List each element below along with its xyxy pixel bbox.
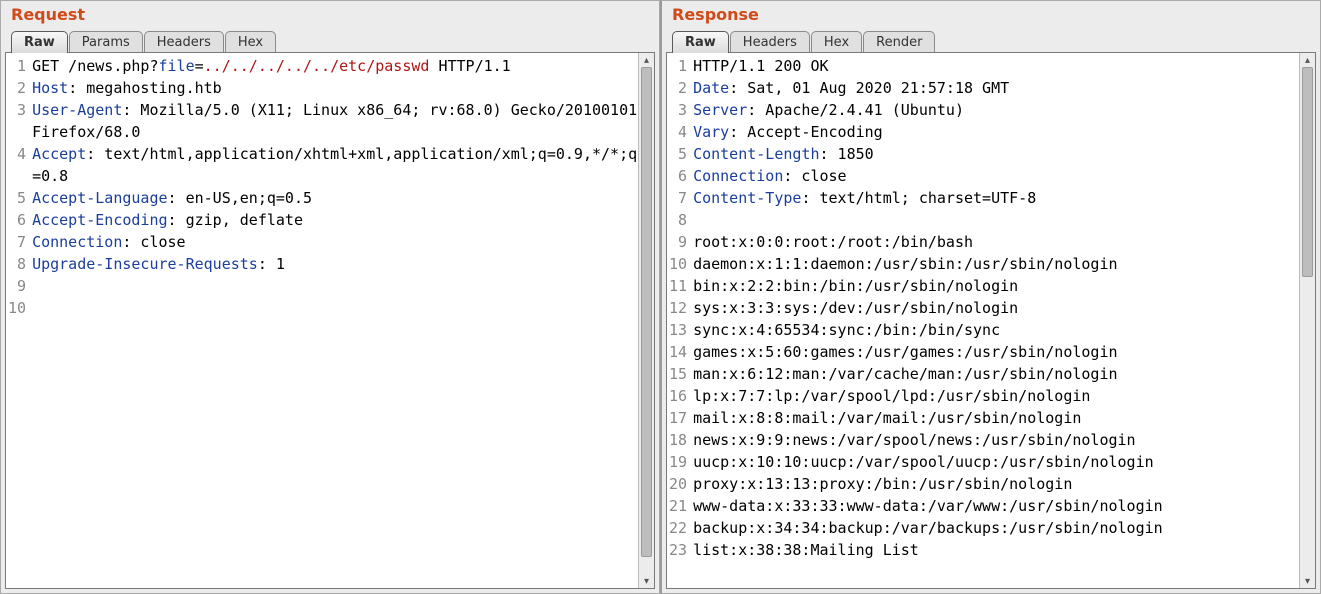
response-tab-render[interactable]: Render [863,31,935,53]
scroll-thumb[interactable] [641,67,652,557]
request-title: Request [1,1,659,30]
request-tab-row: RawParamsHeadersHex [1,30,659,52]
response-gutter: 1234567891011121314151617181920212223 [667,53,691,588]
request-tab-headers[interactable]: Headers [144,31,224,53]
request-tab-params[interactable]: Params [69,31,143,53]
request-editor[interactable]: 12345678910 GET /news.php?file=../../../… [5,52,655,589]
scroll-down-icon[interactable]: ▾ [1300,574,1315,588]
response-code[interactable]: HTTP/1.1 200 OKDate: Sat, 01 Aug 2020 21… [691,53,1299,588]
response-tab-raw[interactable]: Raw [672,31,729,53]
app-container: Request RawParamsHeadersHex 12345678910 … [0,0,1321,594]
response-tab-hex[interactable]: Hex [811,31,862,53]
request-gutter: 12345678910 [6,53,30,588]
request-tab-raw[interactable]: Raw [11,31,68,53]
response-panel: Response RawHeadersHexRender 12345678910… [660,0,1321,594]
response-title: Response [662,1,1320,30]
response-tab-row: RawHeadersHexRender [662,30,1320,52]
response-tab-headers[interactable]: Headers [730,31,810,53]
response-scrollbar[interactable]: ▴ ▾ [1299,53,1315,588]
response-editor[interactable]: 1234567891011121314151617181920212223 HT… [666,52,1316,589]
scroll-down-icon[interactable]: ▾ [639,574,654,588]
scroll-up-icon[interactable]: ▴ [639,53,654,67]
request-code[interactable]: GET /news.php?file=../../../../../etc/pa… [30,53,638,588]
scroll-up-icon[interactable]: ▴ [1300,53,1315,67]
request-scrollbar[interactable]: ▴ ▾ [638,53,654,588]
request-panel: Request RawParamsHeadersHex 12345678910 … [0,0,660,594]
request-tab-hex[interactable]: Hex [225,31,276,53]
scroll-thumb[interactable] [1302,67,1313,277]
